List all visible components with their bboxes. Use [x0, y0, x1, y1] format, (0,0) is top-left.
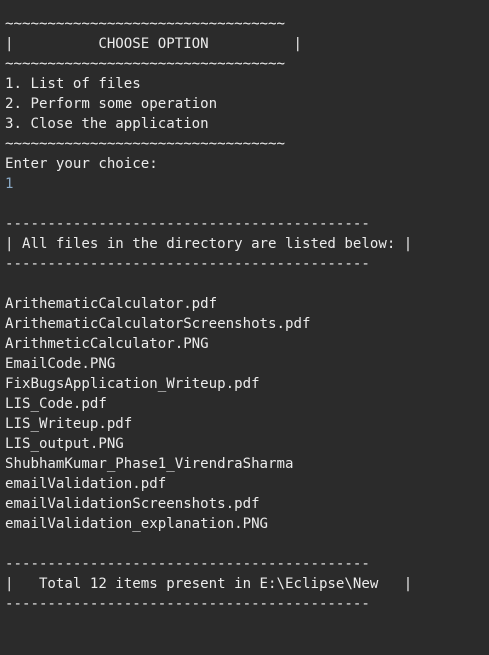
menu-option-close-application: 3. Close the application	[5, 116, 209, 132]
file-list: ArithematicCalculator.pdf ArithematicCal…	[5, 294, 489, 534]
file-item: emailValidation.pdf	[5, 476, 167, 492]
menu-border-bottom: ~~~~~~~~~~~~~~~~~~~~~~~~~~~~~~~~~	[5, 136, 286, 152]
file-item: ArithmeticCalculator.PNG	[5, 336, 209, 352]
summary-total: | Total 12 items present in E:\Eclipse\N…	[5, 576, 413, 592]
menu-border-top: ~~~~~~~~~~~~~~~~~~~~~~~~~~~~~~~~~	[5, 16, 286, 32]
user-input-choice[interactable]: 1	[5, 174, 489, 194]
listing-border-top: ----------------------------------------…	[5, 216, 370, 232]
file-item: ArithematicCalculatorScreenshots.pdf	[5, 316, 311, 332]
file-item: LIS_Code.pdf	[5, 396, 107, 412]
listing-header: | All files in the directory are listed …	[5, 236, 413, 252]
file-item: ArithematicCalculator.pdf	[5, 296, 218, 312]
console-output: ~~~~~~~~~~~~~~~~~~~~~~~~~~~~~~~~~ | CHOO…	[0, 0, 489, 655]
menu-border-mid: ~~~~~~~~~~~~~~~~~~~~~~~~~~~~~~~~~	[5, 56, 286, 72]
file-item: LIS_output.PNG	[5, 436, 124, 452]
summary-border-top: ----------------------------------------…	[5, 556, 370, 572]
file-item: FixBugsApplication_Writeup.pdf	[5, 376, 260, 392]
menu-option-perform-operation: 2. Perform some operation	[5, 96, 218, 112]
summary-border-bottom: ----------------------------------------…	[5, 596, 370, 612]
menu-option-list-files: 1. List of files	[5, 76, 141, 92]
file-item: emailValidationScreenshots.pdf	[5, 496, 260, 512]
menu-title: | CHOOSE OPTION |	[5, 36, 302, 52]
file-item: LIS_Writeup.pdf	[5, 416, 133, 432]
listing-border-bottom: ----------------------------------------…	[5, 256, 370, 272]
file-item: EmailCode.PNG	[5, 356, 116, 372]
choice-prompt: Enter your choice:	[5, 156, 158, 172]
file-item: emailValidation_explanation.PNG	[5, 516, 269, 532]
file-item: ShubhamKumar_Phase1_VirendraSharma	[5, 456, 294, 472]
